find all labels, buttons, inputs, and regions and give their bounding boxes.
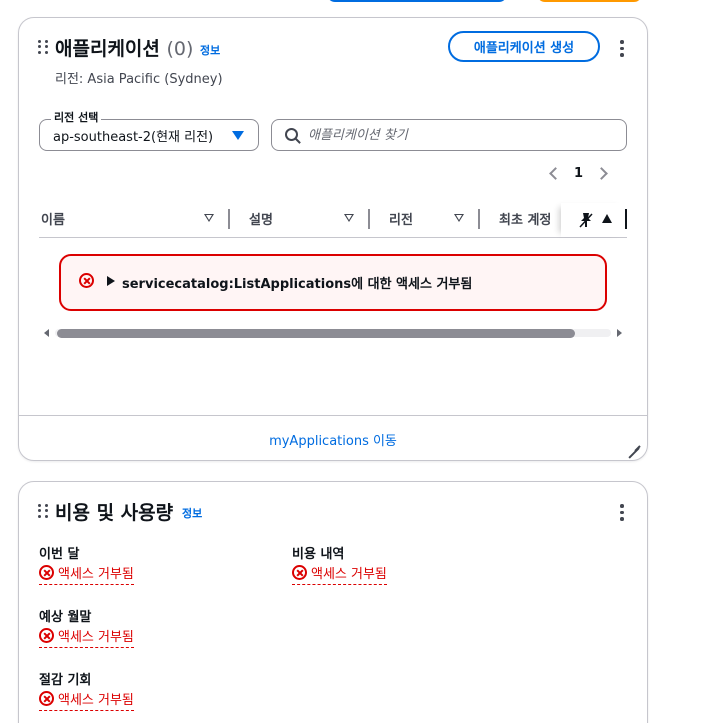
column-resizer[interactable] xyxy=(478,209,480,229)
caret-down-icon xyxy=(232,131,244,140)
column-resizer[interactable] xyxy=(228,209,230,229)
info-link[interactable]: 정보 xyxy=(200,42,220,58)
chevron-right-icon[interactable] xyxy=(595,167,608,180)
chevron-left-icon[interactable] xyxy=(549,167,562,180)
cost-usage-widget: 비용 및 사용량 정보 이번 달 액세스 거부됨 비용 내역 액세스 거부됨 예… xyxy=(18,481,648,723)
horizontal-scrollbar[interactable] xyxy=(41,326,625,340)
applications-title: 애플리케이션 xyxy=(55,38,160,60)
pin-icon[interactable] xyxy=(579,212,593,228)
error-suffix: 에 대한 액세스 거부됨 xyxy=(351,277,473,292)
error-alert: servicecatalog:ListApplications에 대한 액세스 … xyxy=(59,254,607,311)
applications-count: (0) xyxy=(166,38,194,60)
metric-value-text: 액세스 거부됨 xyxy=(58,630,134,645)
column-region[interactable]: 리전 xyxy=(389,209,413,228)
column-description[interactable]: 설명 xyxy=(249,209,273,228)
pagination: 1 xyxy=(549,166,608,181)
error-icon xyxy=(292,565,307,580)
column-resizer[interactable] xyxy=(368,209,370,229)
scroll-right-icon[interactable] xyxy=(617,329,622,337)
more-options-icon[interactable] xyxy=(619,504,625,521)
metric-label: 이번 달 xyxy=(39,547,80,562)
metric-value[interactable]: 액세스 거부됨 xyxy=(39,626,134,648)
more-options-icon[interactable] xyxy=(619,40,625,57)
metric-label: 절감 기회 xyxy=(39,673,92,688)
sort-icon[interactable] xyxy=(454,214,464,222)
metric-value[interactable]: 액세스 거부됨 xyxy=(292,563,387,585)
error-icon xyxy=(39,628,54,643)
metric-value[interactable]: 액세스 거부됨 xyxy=(39,563,134,585)
metric-value-text: 액세스 거부됨 xyxy=(58,567,134,582)
error-message[interactable]: servicecatalog:ListApplications에 대한 액세스 … xyxy=(122,273,472,292)
sticky-column-header xyxy=(561,203,627,237)
widget-title: 애플리케이션 (0) xyxy=(55,34,193,61)
error-code: servicecatalog:ListApplications xyxy=(122,277,352,292)
region-subtitle: 리전: Asia Pacific (Sydney) xyxy=(55,72,223,87)
table-header: 이름 설명 리전 최초 계정 xyxy=(39,203,627,238)
metric-label: 예상 월말 xyxy=(39,610,92,625)
drag-handle-icon[interactable] xyxy=(38,504,48,518)
metric-value-text: 액세스 거부됨 xyxy=(311,567,387,582)
metric-value[interactable]: 액세스 거부됨 xyxy=(39,689,134,711)
drag-handle-icon[interactable] xyxy=(38,40,48,54)
search-icon xyxy=(285,128,298,141)
info-link[interactable]: 정보 xyxy=(182,505,202,521)
myapplications-link[interactable]: myApplications 이동 xyxy=(19,430,647,449)
top-primary-button[interactable] xyxy=(327,0,507,2)
scroll-left-icon[interactable] xyxy=(44,329,49,337)
resize-handle-icon[interactable] xyxy=(627,437,639,449)
column-name[interactable]: 이름 xyxy=(41,209,65,228)
widget-title: 비용 및 사용량 xyxy=(55,502,174,524)
expand-caret-icon[interactable] xyxy=(107,276,115,286)
region-select-value: ap-southeast-2(현재 리전) xyxy=(53,129,214,145)
region-select-label: 리전 선택 xyxy=(51,109,102,125)
scroll-thumb[interactable] xyxy=(57,329,575,338)
widget-footer: myApplications 이동 xyxy=(19,415,647,461)
column-first-account[interactable]: 최초 계정 xyxy=(499,209,551,228)
search-input[interactable] xyxy=(308,127,626,143)
metric-label: 비용 내역 xyxy=(292,547,345,562)
top-secondary-button[interactable] xyxy=(537,0,642,2)
sort-icon[interactable] xyxy=(344,214,354,222)
create-application-button[interactable]: 애플리케이션 생성 xyxy=(448,31,600,62)
search-field[interactable] xyxy=(271,119,627,151)
metric-value-text: 액세스 거부됨 xyxy=(58,693,134,708)
current-page[interactable]: 1 xyxy=(574,166,583,181)
sort-icon[interactable] xyxy=(204,214,214,222)
applications-widget: 애플리케이션 (0) 정보 애플리케이션 생성 리전: Asia Pacific… xyxy=(18,17,648,461)
error-icon xyxy=(39,691,54,706)
error-icon xyxy=(79,273,94,288)
column-resizer[interactable] xyxy=(625,209,627,229)
sort-ascending-icon[interactable] xyxy=(602,214,612,223)
error-icon xyxy=(39,565,54,580)
